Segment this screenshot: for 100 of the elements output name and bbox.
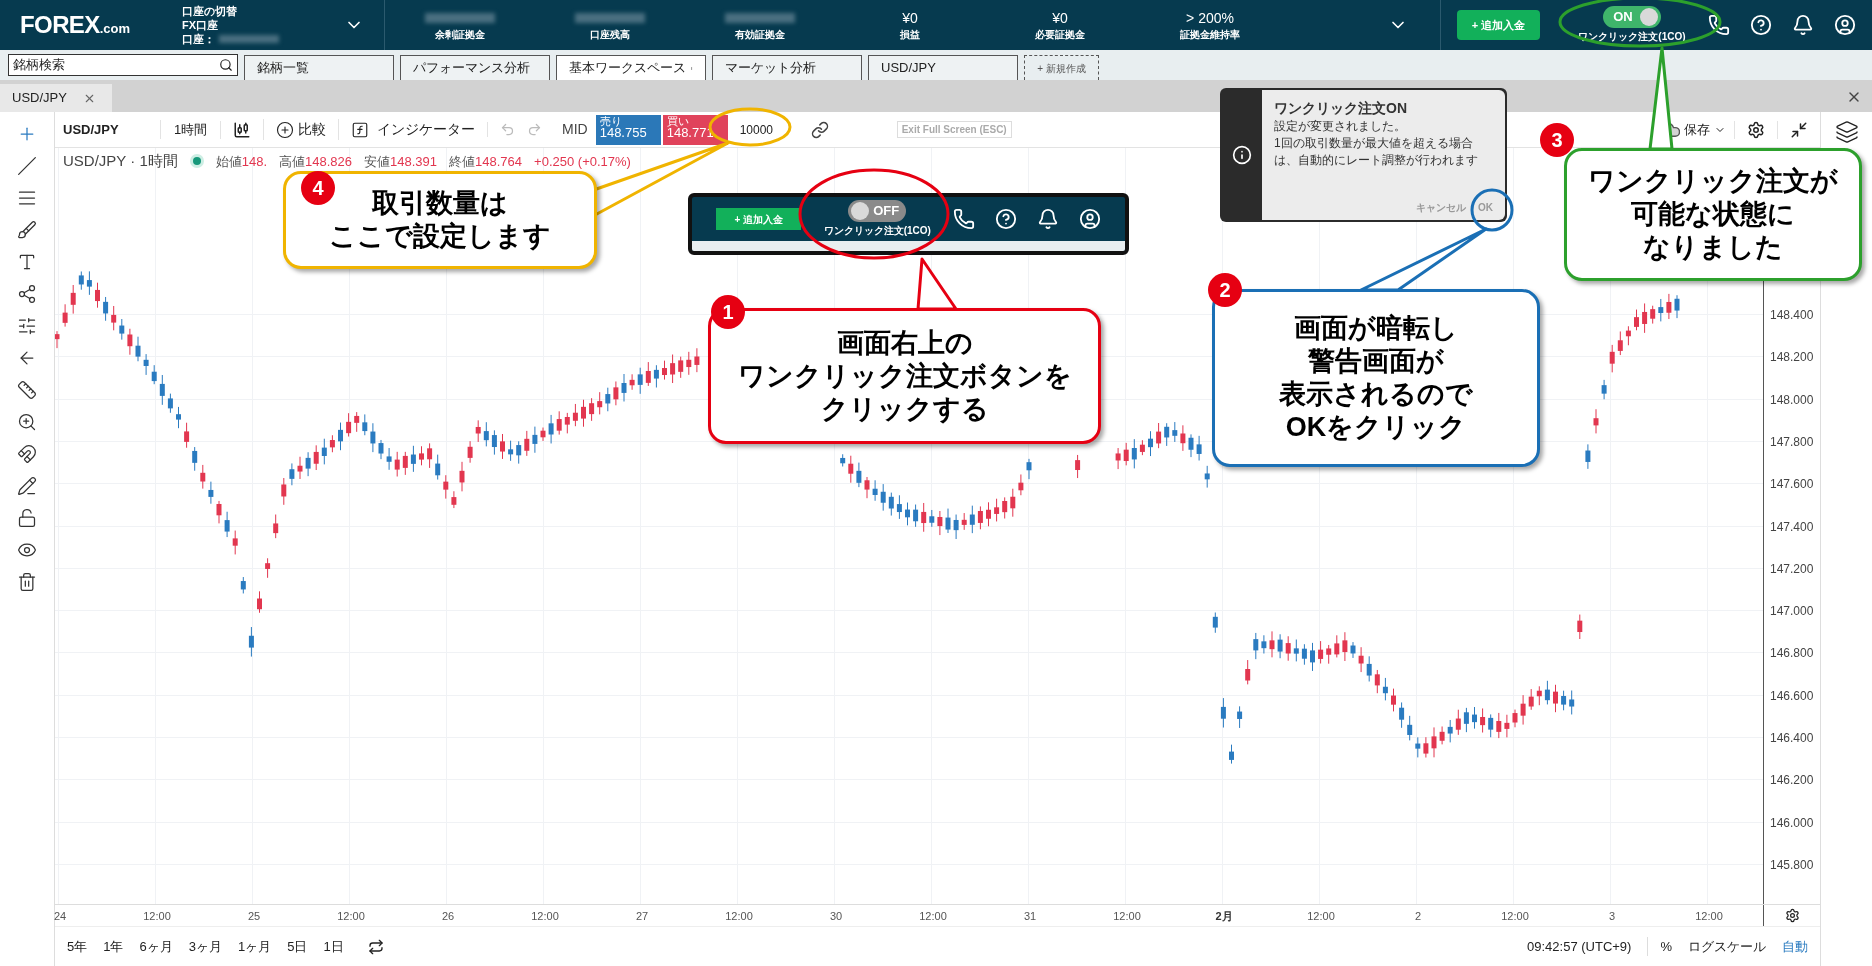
range-button[interactable]: 1日 — [323, 936, 344, 957]
stat-label: 証拠金維持率 — [1180, 27, 1240, 42]
step-number-badge: 3 — [1540, 123, 1574, 157]
price-axis-label: 146.000 — [1770, 814, 1814, 832]
callout-text: クリックする — [820, 392, 989, 426]
time-axis-label: 25 — [247, 909, 261, 924]
time-axis-label: 12:00 — [143, 909, 171, 924]
callout-text: ワンクリック注文が — [1588, 165, 1838, 198]
stat-label: 口座残高 — [590, 27, 630, 42]
buy-button[interactable]: 買い 148.771 — [662, 114, 728, 145]
legend-label: 安値 — [364, 152, 391, 171]
percent-toggle[interactable]: % — [1647, 936, 1672, 957]
time-axis-label: 2月 — [1215, 909, 1233, 924]
price-axis-label: 146.600 — [1770, 687, 1814, 705]
price-axis-label: 145.800 — [1770, 856, 1814, 874]
workspace-tab[interactable]: USD/JPY — [868, 55, 1018, 80]
time-axis-label: 24 — [53, 909, 67, 924]
notification-title: ワンクリック注文ON — [1274, 99, 1408, 118]
time-axis-label: 31 — [1023, 909, 1037, 924]
callout-text: 表示されるので — [1279, 378, 1473, 411]
chart-legend-title: USD/JPY · 1時間 — [63, 151, 178, 171]
workspace-tab[interactable]: マーケット分析 — [712, 55, 862, 80]
notification-message: 1回の取引数量が最大値を超える場合は、自動的にレート調整が行われます — [1274, 135, 1479, 169]
auto-scale-toggle[interactable]: 自動 — [1782, 936, 1808, 957]
time-axis-label: 27 — [635, 909, 649, 924]
price-axis-label: 146.200 — [1770, 772, 1814, 790]
time-axis-label: 12:00 — [1501, 909, 1529, 924]
callout-text: なりました — [1643, 231, 1783, 264]
range-button[interactable]: 5年 — [67, 936, 88, 957]
callout-text: 画面が暗転し — [1294, 312, 1458, 345]
legend-label: 終値 — [449, 152, 476, 171]
sell-button[interactable]: 売り 148.755 — [595, 114, 661, 145]
legend-label: 高値 — [279, 152, 306, 171]
callout-text: ここで設定します — [329, 220, 551, 253]
legend-value: 148.826 — [305, 152, 353, 171]
range-button[interactable]: 1ヶ月 — [237, 936, 272, 957]
indicators-button[interactable]: インジケーター — [338, 119, 487, 140]
time-axis-label: 12:00 — [725, 909, 753, 924]
callout-text: ワンクリック注文ボタンを — [737, 359, 1072, 393]
price-axis-label: 146.800 — [1770, 645, 1814, 663]
range-button[interactable]: 3ヶ月 — [188, 936, 222, 957]
workspace-tab[interactable]: 基本ワークスペース — [556, 55, 706, 80]
callout-text: 可能な状態に — [1631, 198, 1795, 231]
price-axis-label: 147.400 — [1770, 518, 1814, 536]
legend-value: 148. — [241, 152, 268, 171]
range-button[interactable]: 1年 — [103, 936, 124, 957]
workspace-tab[interactable]: パフォーマンス分析 — [400, 55, 550, 80]
price-axis-label: 148.200 — [1770, 349, 1814, 367]
price-axis-label: 147.800 — [1770, 433, 1814, 451]
quantity-field[interactable]: 10000 — [727, 114, 803, 145]
time-axis-label: 12:00 — [1113, 909, 1141, 924]
price-axis-label: 148.000 — [1770, 391, 1814, 409]
symbol-selector[interactable]: USD/JPY — [55, 119, 160, 140]
stat-label: 余剰証拠金 — [435, 27, 485, 42]
time-axis-label: 2 — [1414, 909, 1422, 924]
step-number-badge: 1 — [711, 295, 745, 329]
one-click-order-label: ワンクリック注文(1CO) — [823, 224, 931, 238]
log-scale-toggle[interactable]: ログスケール — [1688, 936, 1766, 957]
time-axis-label: 3 — [1608, 909, 1616, 924]
account-label: 口座： — [182, 32, 215, 46]
time-axis-label: 12:00 — [1695, 909, 1723, 924]
price-axis-label: 147.600 — [1770, 476, 1814, 494]
logo: FOREX.com — [20, 10, 132, 40]
stat-value: ¥0 — [1052, 8, 1068, 27]
stat-label: 必要証拠金 — [1035, 27, 1085, 42]
time-axis-label: 12:00 — [531, 909, 559, 924]
range-button[interactable]: 5日 — [287, 936, 308, 957]
clock-time: 09:42:57 (UTC+9) — [1527, 937, 1632, 956]
compare-button[interactable]: 比較 — [263, 119, 338, 140]
time-axis-label: 30 — [829, 909, 843, 924]
time-axis-label: 26 — [441, 909, 455, 924]
legend-change: +0.250 (+0.17%) — [534, 152, 631, 171]
callout-text: 警告画面が — [1308, 345, 1444, 378]
account-type: FX口座 — [182, 18, 220, 32]
search-field[interactable]: 銘柄検索 — [8, 54, 238, 76]
time-axis-label: 12:00 — [919, 909, 947, 924]
price-axis-label: 147.000 — [1770, 603, 1814, 621]
stat-label: 有効証拠金 — [735, 27, 785, 42]
stat-value: ¥0 — [902, 8, 918, 27]
chart-tab[interactable]: USD/JPY — [0, 84, 112, 112]
range-button[interactable]: 6ヶ月 — [139, 936, 173, 957]
legend-value: 148.764 — [475, 152, 523, 171]
time-axis-label: 12:00 — [1307, 909, 1335, 924]
callout-text: 取引数量は — [372, 187, 508, 220]
account-switch-label[interactable]: 口座の切替 — [182, 4, 312, 18]
callout-text: OKをクリック — [1285, 411, 1467, 444]
legend-label: 始値 — [215, 152, 242, 171]
legend-value: 148.391 — [390, 152, 438, 171]
price-type-label[interactable]: MID — [554, 119, 596, 140]
price-axis-label: 147.200 — [1770, 560, 1814, 578]
stat-label: 損益 — [900, 27, 920, 42]
callout-text: 画面右上の — [836, 326, 973, 360]
notification-message: 設定が変更されました。 — [1274, 118, 1407, 135]
price-axis-label: 146.400 — [1770, 730, 1814, 747]
stat-value: > 200% — [1186, 8, 1234, 27]
time-axis-label: 12:00 — [337, 909, 365, 924]
workspace-tab[interactable]: 銘柄一覧 — [244, 55, 394, 80]
price-axis-label: 148.400 — [1770, 307, 1814, 324]
interval-selector[interactable]: 1時間 — [160, 119, 220, 140]
step-number-badge: 2 — [1208, 273, 1242, 307]
